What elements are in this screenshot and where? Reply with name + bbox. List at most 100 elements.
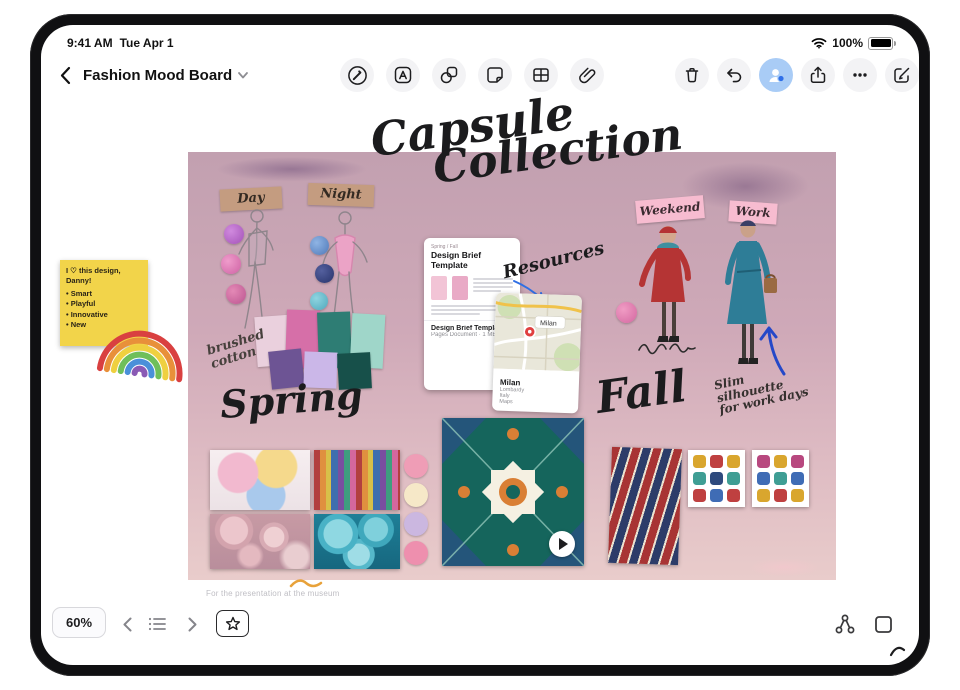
text-tool-button[interactable] [386,58,420,92]
prev-board-button[interactable] [116,613,138,635]
diagram-nodes-icon [834,613,856,635]
collaborate-button[interactable] [759,58,793,92]
person-icon [766,65,786,85]
pattern-swatch[interactable] [688,450,745,507]
sticky-note-tool-button[interactable] [478,58,512,92]
pattern-cell [727,472,740,485]
favorites-button[interactable] [216,610,249,637]
pattern-cell [774,489,787,502]
photo-stripes[interactable] [314,450,400,510]
pattern-cell [693,472,706,485]
status-date: Tue Apr 1 [120,36,174,50]
pattern-cell [693,455,706,468]
toolbar: Fashion Mood Board [41,58,919,92]
paperclip-icon [577,65,597,85]
status-time: 9:41 AM [67,36,113,50]
photo-macarons[interactable] [314,514,400,569]
rainbow-drawing[interactable] [93,300,194,384]
screen: 9:41 AM Tue Apr 1 100% Fashion Mood Boar… [41,25,919,665]
pattern-cell [774,455,787,468]
pattern-cell [693,489,706,502]
pencil-scribble-indicator [889,643,907,657]
pompom[interactable] [315,264,334,283]
sticky-note-line: Danny! [66,276,142,286]
geometric-pattern-swatches[interactable] [688,450,809,507]
delete-button[interactable] [675,58,709,92]
undo-icon [724,65,744,85]
chevron-right-icon [188,617,197,632]
design-brief-thumb [452,276,468,300]
ipad-frame: 9:41 AM Tue Apr 1 100% Fashion Mood Boar… [30,14,930,676]
spring-heading[interactable]: Spring [219,375,364,425]
pattern-cell [757,472,770,485]
table-icon [531,65,551,85]
design-brief-thumb [431,276,447,300]
board-title: Fashion Mood Board [83,67,232,84]
undo-button[interactable] [717,58,751,92]
compose-icon [892,65,912,85]
pompom[interactable] [221,254,241,274]
chevron-left-icon [123,617,132,632]
connect-lines-button[interactable] [831,610,859,638]
palette-color [404,541,428,565]
palette-color [404,512,428,536]
photo-pastel-abstract[interactable] [210,450,310,510]
text-box-icon [393,65,413,85]
board-title-button[interactable]: Fashion Mood Board [83,58,248,92]
handwritten-scribble[interactable] [636,334,698,360]
boards-list-button[interactable] [145,613,169,635]
pompom[interactable] [616,302,637,323]
video-tile[interactable] [442,418,584,566]
pompom[interactable] [310,236,329,255]
draw-tool-button[interactable] [340,58,374,92]
orange-scribble[interactable] [288,576,324,590]
mood-board-canvas[interactable]: Day Night [188,152,836,580]
map-source: Maps [499,399,571,408]
tape-night-text: Night [320,187,362,202]
new-board-button[interactable] [885,58,919,92]
list-icon [148,616,167,632]
square-icon [874,615,893,634]
pattern-cell [774,472,787,485]
board-caption: For the presentation at the museum [206,589,340,598]
sticky-note-item: Smart [66,289,142,299]
trash-icon [682,65,702,85]
pattern-cell [791,472,804,485]
pattern-cell [791,489,804,502]
wifi-icon [811,37,827,49]
share-icon [808,65,828,85]
marker-icon [347,65,368,86]
shapes-icon [439,65,459,85]
pompom[interactable] [226,284,246,304]
pattern-cell [727,455,740,468]
back-button[interactable] [50,58,80,92]
photo-roses[interactable] [210,514,310,569]
color-palette[interactable] [404,454,428,565]
pattern-cell [791,455,804,468]
ikat-pattern-swatch[interactable] [608,447,682,565]
sticky-note-icon [485,65,505,85]
map-pin-label: Milan [540,320,557,328]
status-bar: 9:41 AM Tue Apr 1 100% [41,34,919,52]
pattern-swatch[interactable] [752,450,809,507]
zoom-button[interactable]: 60% [52,607,106,638]
pattern-cell [727,489,740,502]
select-frame-button[interactable] [869,610,897,638]
chevron-down-icon [238,72,248,79]
action-tools [675,58,919,92]
pattern-cell [757,455,770,468]
more-button[interactable] [843,58,877,92]
palette-color [404,483,428,507]
map-card[interactable]: Milan Milan Lombardy Italy Maps [492,293,582,414]
battery-icon [868,37,893,50]
share-button[interactable] [801,58,835,92]
pattern-cell [710,455,723,468]
fall-heading[interactable]: Fall [593,364,689,422]
screenshot: 9:41 AM Tue Apr 1 100% Fashion Mood Boar… [0,0,960,690]
palette-color [404,454,428,478]
pattern-cell [710,472,723,485]
pompom[interactable] [224,224,244,244]
play-button[interactable] [549,531,575,557]
next-board-button[interactable] [181,613,203,635]
shapes-tool-button[interactable] [432,58,466,92]
